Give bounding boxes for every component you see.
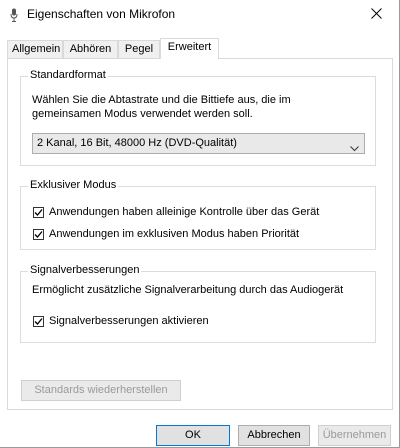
title-bar: Eigenschaften von Mikrofon	[0, 0, 399, 30]
cancel-button[interactable]: Abbrechen	[238, 425, 310, 446]
close-button[interactable]	[353, 0, 399, 30]
microphone-icon	[10, 8, 18, 22]
exclusive-control-option[interactable]: Anwendungen haben alleinige Kontrolle üb…	[33, 205, 319, 219]
signal-description: Ermöglicht zusätzliche Signalverarbeitun…	[32, 284, 344, 296]
window-title: Eigenschaften von Mikrofon	[27, 7, 176, 21]
checkmark-icon	[34, 208, 43, 216]
standardformat-group-label: Standardformat	[28, 69, 108, 81]
standardformat-description-line1: Wählen Sie die Abtastrate und die Bittie…	[32, 94, 291, 106]
exclusive-priority-option[interactable]: Anwendungen im exklusiven Modus haben Pr…	[33, 227, 299, 241]
checkmark-icon	[34, 230, 43, 238]
apply-button[interactable]: Übernehmen	[318, 425, 391, 446]
exclusive-control-label: Anwendungen haben alleinige Kontrolle üb…	[49, 206, 320, 218]
signalverbesserungen-group: Signalverbesserungen	[20, 264, 376, 343]
restore-defaults-button[interactable]: Standards wiederherstellen	[21, 380, 181, 401]
close-icon	[370, 8, 382, 22]
exclusive-control-checkbox[interactable]	[33, 206, 44, 218]
standardformat-description-line2: gemeinsamen Modus verwendet werden soll.	[32, 108, 253, 120]
exclusive-priority-checkbox[interactable]	[33, 228, 44, 240]
chevron-down-icon	[350, 140, 359, 152]
format-select[interactable]: 2 Kanal, 16 Bit, 48000 Hz (DVD-Qualität)	[32, 133, 365, 154]
properties-dialog: Eigenschaften von Mikrofon Allgemein Abh…	[0, 0, 400, 448]
tab-pegel[interactable]: Pegel	[118, 40, 160, 58]
ok-button[interactable]: OK	[156, 425, 230, 446]
exklusiver-modus-group-label: Exklusiver Modus	[28, 179, 119, 191]
exclusive-priority-label: Anwendungen im exklusiven Modus haben Pr…	[49, 228, 300, 240]
signal-enhancement-checkbox[interactable]	[33, 315, 44, 327]
format-select-value: 2 Kanal, 16 Bit, 48000 Hz (DVD-Qualität)	[37, 137, 237, 149]
tab-erweitert[interactable]: Erweitert	[160, 38, 219, 59]
signal-enhancement-option[interactable]: Signalverbesserungen aktivieren	[33, 314, 209, 328]
tab-allgemein[interactable]: Allgemein	[7, 40, 63, 58]
signal-enhancement-label: Signalverbesserungen aktivieren	[49, 315, 209, 327]
tab-abhoeren[interactable]: Abhören	[63, 40, 118, 58]
checkmark-icon	[34, 317, 43, 325]
signalverbesserungen-group-label: Signalverbesserungen	[28, 264, 142, 276]
